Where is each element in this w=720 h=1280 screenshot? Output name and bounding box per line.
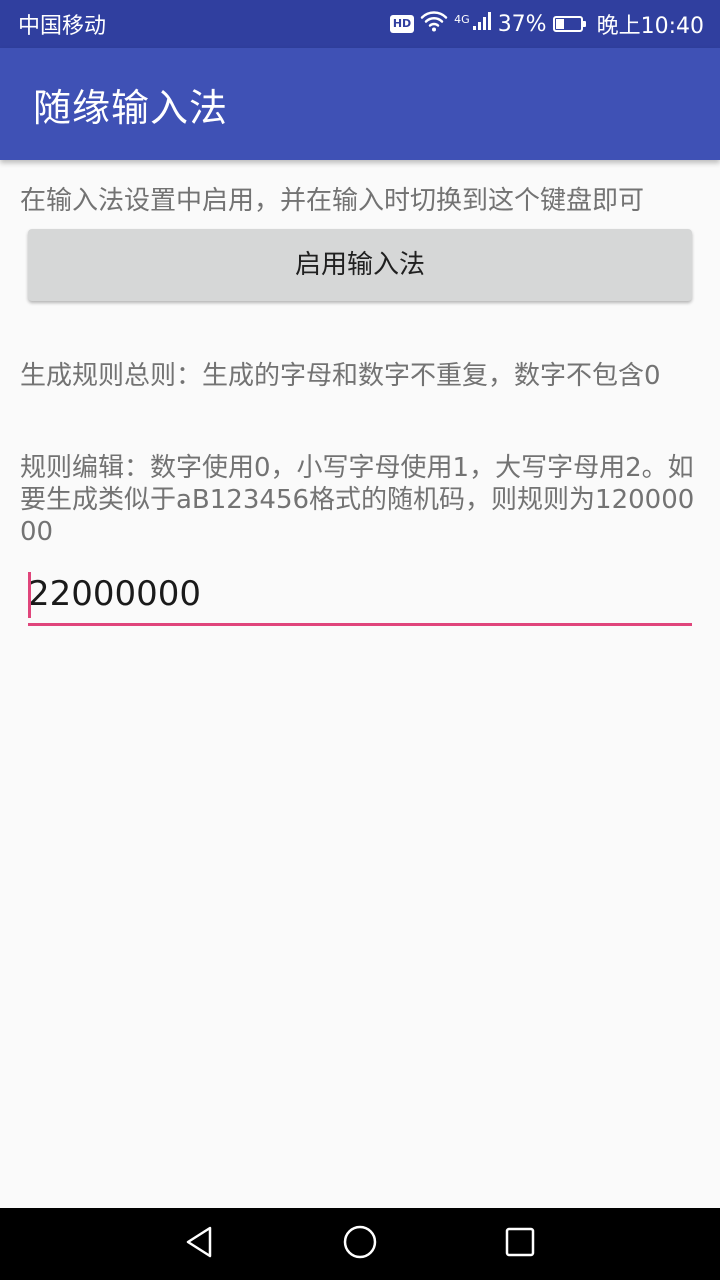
recent-apps-icon	[502, 1224, 538, 1264]
status-indicators: HD 4G 37% 晚上10:40	[389, 8, 704, 40]
status-bar: 中国移动 HD 4G 37% 晚上10:40	[0, 0, 720, 48]
rule-input[interactable]	[28, 570, 692, 626]
rule-general-text: 生成规则总则：生成的字母和数字不重复，数字不包含0	[20, 361, 661, 391]
recent-apps-button[interactable]	[498, 1222, 542, 1266]
enable-hint: 在输入法设置中启用，并在输入时切换到这个键盘即可	[20, 186, 645, 216]
home-icon	[342, 1224, 378, 1264]
battery-percent: 37%	[497, 11, 547, 37]
carrier-name: 中国移动	[18, 14, 107, 39]
network-type: 4G	[454, 12, 470, 26]
hd-badge: HD	[389, 15, 415, 33]
app-title: 随缘输入法	[33, 85, 229, 130]
wifi-icon	[420, 10, 448, 38]
battery-icon	[552, 16, 586, 32]
navigation-bar	[0, 1208, 720, 1280]
clock: 晚上10:40	[596, 14, 704, 39]
rule-edit-text: 规则编辑：数字使用0，小写字母使用1，大写字母用2。如要生成类似于aB12345…	[20, 453, 695, 547]
enable-ime-button[interactable]: 启用输入法	[28, 229, 692, 301]
home-button[interactable]	[338, 1222, 382, 1266]
battery-level-fill	[555, 19, 565, 29]
back-button[interactable]	[178, 1222, 222, 1266]
signal-icon	[472, 11, 492, 37]
back-icon	[182, 1224, 218, 1264]
app-bar: 随缘输入法	[0, 48, 720, 160]
text-cursor	[28, 572, 31, 618]
